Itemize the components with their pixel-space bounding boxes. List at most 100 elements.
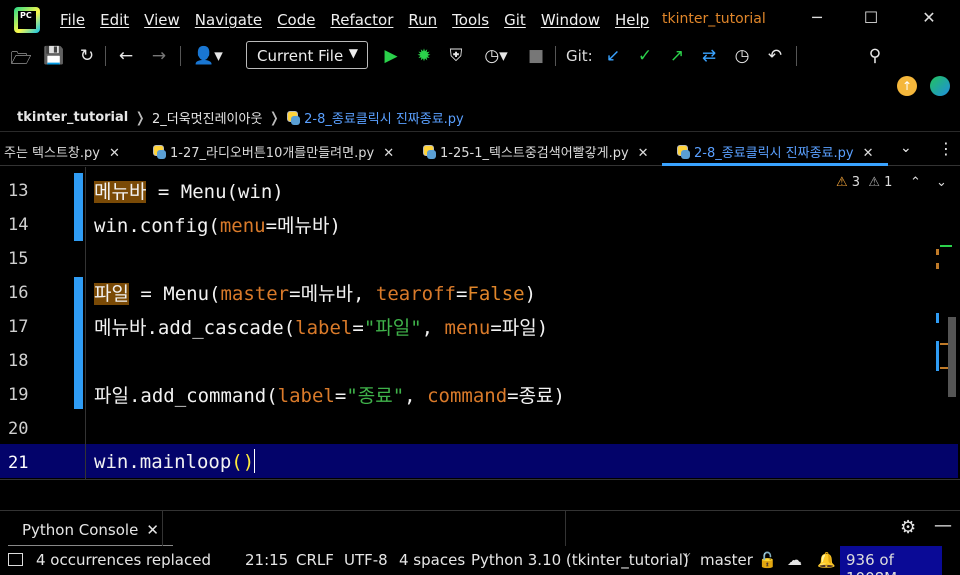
- more-vertical-icon[interactable]: ⋮: [938, 139, 954, 158]
- line-number: 19: [8, 385, 29, 405]
- code-line-21: win.mainloop(): [94, 449, 256, 473]
- code-line-13: 메뉴바 = Menu(win): [94, 181, 284, 203]
- code-line-16: 파일 = Menu(master=메뉴바, tearoff=False): [94, 283, 537, 305]
- status-message[interactable]: 4 occurrences replaced: [36, 551, 211, 569]
- close-tab-icon[interactable]: ✕: [383, 146, 394, 161]
- editor-tabs: 주는 텍스트창.py ✕ 1-27_라디오버튼10개를만들려면.py ✕ 1-25-…: [0, 133, 960, 166]
- line-number: 16: [8, 283, 29, 303]
- close-tab-icon[interactable]: ✕: [638, 146, 649, 161]
- code-editor[interactable]: 13 14 15 16 17 18 19 20 21 메뉴바 = Menu(wi…: [0, 167, 960, 480]
- menu-help[interactable]: Help: [615, 11, 649, 29]
- menu-window[interactable]: Window: [541, 11, 600, 29]
- run-icon[interactable]: ▶: [380, 46, 402, 66]
- git-commit-check-icon[interactable]: ✓: [634, 46, 656, 66]
- run-configuration-select[interactable]: Current File ▼: [246, 41, 368, 69]
- coverage-icon[interactable]: ⛨: [445, 46, 467, 66]
- chevron-down-icon[interactable]: ⌄: [900, 140, 912, 156]
- line-number: 18: [8, 351, 29, 371]
- breadcrumb-folder[interactable]: 2_더욱멋진레이아웃: [152, 108, 262, 127]
- stripe-mark[interactable]: [940, 245, 952, 247]
- indent-setting[interactable]: 4 spaces: [399, 551, 465, 569]
- tool-windows-toggle-icon[interactable]: [8, 553, 23, 566]
- tab-text-search[interactable]: 1-25-1_텍스트중검색어빨갛게.py ✕: [422, 133, 649, 166]
- pycharm-logo-icon[interactable]: PC: [14, 7, 40, 33]
- close-window-button[interactable]: ✕: [906, 8, 952, 27]
- git-branch-icon: ᛉ: [682, 551, 692, 569]
- minimize-panel-icon[interactable]: —: [934, 515, 952, 536]
- breadcrumb-file[interactable]: 2-8_종료클릭시 진짜종료.py: [304, 108, 464, 127]
- line-separator[interactable]: CRLF: [296, 551, 334, 569]
- text-cursor: [254, 449, 256, 473]
- sync-icon[interactable]: ↻: [76, 46, 98, 66]
- stripe-mark[interactable]: [936, 263, 939, 269]
- stripe-mark[interactable]: [936, 249, 939, 255]
- tool-window-bar: Python Console ✕ ⚙ —: [0, 510, 960, 547]
- editor-scrollbar[interactable]: [948, 317, 956, 397]
- maximize-window-button[interactable]: ☐: [848, 8, 894, 27]
- gear-icon[interactable]: ⚙: [900, 517, 916, 538]
- close-tab-icon[interactable]: ✕: [863, 146, 874, 161]
- forward-arrow-icon[interactable]: →: [148, 46, 170, 66]
- git-label: Git:: [566, 47, 593, 65]
- status-bar: 4 occurrences replaced 21:15 CRLF UTF-8 …: [0, 546, 960, 575]
- search-icon[interactable]: ⚲: [864, 46, 886, 66]
- tab-active-file[interactable]: 2-8_종료클릭시 진짜종료.py ✕: [662, 133, 888, 166]
- menu-refactor[interactable]: Refactor: [330, 11, 393, 29]
- caret-position[interactable]: 21:15: [245, 551, 288, 569]
- minimize-window-button[interactable]: ─: [794, 8, 840, 27]
- chevron-right-icon: ❭: [268, 109, 281, 126]
- tab-radio-buttons[interactable]: 1-27_라디오버튼10개를만들려면.py ✕: [152, 133, 394, 166]
- git-push-icon[interactable]: ↗: [666, 46, 688, 66]
- main-menu: File Edit View Navigate Code Refactor Ru…: [60, 11, 664, 29]
- previous-highlight-arrow-icon[interactable]: ⌃: [910, 175, 921, 190]
- open-folder-icon[interactable]: 🗁: [10, 46, 32, 75]
- menu-run[interactable]: Run: [408, 11, 437, 29]
- stripe-mark[interactable]: [936, 341, 939, 371]
- save-icon[interactable]: 💾: [43, 46, 65, 66]
- notifications-bell-icon[interactable]: 🔔: [817, 551, 836, 569]
- tab-python-console[interactable]: Python Console ✕: [8, 511, 173, 547]
- git-update-icon[interactable]: ↙: [602, 46, 624, 66]
- cloud-settings-icon[interactable]: ☁: [787, 551, 802, 569]
- rollback-icon[interactable]: ↶: [764, 46, 786, 66]
- weak-warning-triangle-icon: ⚠: [868, 175, 880, 190]
- python-file-icon: [152, 145, 166, 159]
- lock-icon[interactable]: 🔓: [758, 551, 777, 569]
- close-tab-icon[interactable]: ✕: [146, 521, 159, 539]
- profile-dropdown-icon[interactable]: ◷▾: [476, 46, 516, 66]
- line-number: 15: [8, 249, 29, 269]
- code-line-17: 메뉴바.add_cascade(label="파일", menu=파일): [94, 317, 549, 339]
- debug-bug-icon[interactable]: ✹: [413, 46, 435, 66]
- menu-navigate[interactable]: Navigate: [195, 11, 262, 29]
- file-encoding[interactable]: UTF-8: [344, 551, 388, 569]
- history-clock-icon[interactable]: ◷: [731, 46, 753, 66]
- user-dropdown-icon[interactable]: 👤▾: [190, 46, 226, 66]
- git-compare-icon[interactable]: ⇄: [698, 46, 720, 66]
- breadcrumb-project[interactable]: tkinter_tutorial: [17, 110, 128, 125]
- breadcrumb: tkinter_tutorial ❭ 2_더욱멋진레이아웃 ❭ 2-8_종료클릭…: [0, 104, 960, 132]
- line-number-gutter: 13 14 15 16 17 18 19 20 21: [0, 167, 86, 480]
- close-tab-icon[interactable]: ✕: [109, 146, 120, 161]
- chevron-right-icon: ❭: [134, 109, 146, 126]
- plugin-icon[interactable]: [930, 76, 950, 96]
- stop-icon[interactable]: ■: [525, 46, 547, 66]
- python-interpreter[interactable]: Python 3.10 (tkinter_tutorial): [471, 551, 689, 569]
- inspection-widget[interactable]: ⚠ 3 ⚠ 1: [836, 175, 892, 190]
- line-number: 20: [8, 419, 29, 439]
- vcs-change-marker[interactable]: [74, 277, 83, 409]
- next-highlight-arrow-icon[interactable]: ⌄: [936, 175, 947, 190]
- menu-edit[interactable]: Edit: [100, 11, 129, 29]
- menu-code[interactable]: Code: [277, 11, 315, 29]
- back-arrow-icon[interactable]: ←: [115, 46, 137, 66]
- line-number-current: 21: [8, 453, 29, 473]
- menu-git[interactable]: Git: [504, 11, 526, 29]
- tab-text-widget[interactable]: 주는 텍스트창.py ✕: [4, 133, 120, 166]
- menu-tools[interactable]: Tools: [452, 11, 489, 29]
- menu-view[interactable]: View: [144, 11, 180, 29]
- stripe-mark[interactable]: [936, 313, 939, 323]
- memory-indicator[interactable]: 936 of 1008M: [840, 546, 942, 575]
- vcs-change-marker[interactable]: [74, 173, 83, 241]
- git-branch[interactable]: master: [700, 551, 753, 569]
- update-arrow-icon[interactable]: ↑: [897, 76, 917, 96]
- menu-file[interactable]: File: [60, 11, 85, 29]
